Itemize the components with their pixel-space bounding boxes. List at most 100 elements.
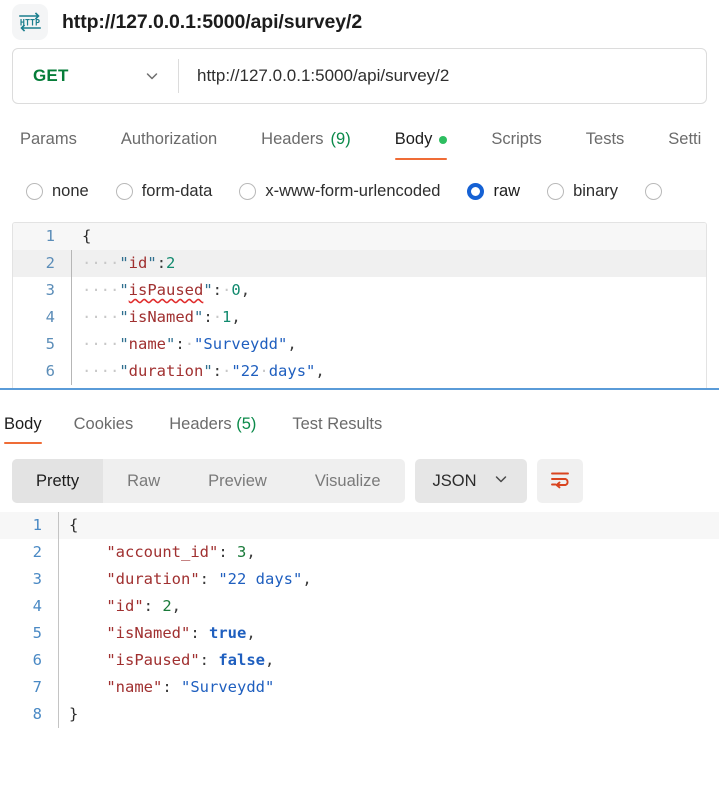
response-view-toolbar: Pretty Raw Preview Visualize JSON: [0, 458, 719, 504]
tab-body[interactable]: Body: [373, 130, 470, 160]
tab-scripts-label: Scripts: [491, 130, 542, 148]
request-url-bar: GET http://127.0.0.1:5000/api/survey/2: [12, 48, 707, 104]
code-line: 6 "isPaused": false,: [0, 647, 719, 674]
tab-body-label: Body: [394, 130, 433, 148]
line-number: 2: [45, 254, 55, 272]
radio-raw-label: raw: [493, 181, 521, 200]
response-tab-test-results[interactable]: Test Results: [274, 415, 400, 444]
code-content: ····"duration":·"22·days",: [82, 362, 325, 380]
body-type-radio-group: none form-data x-www-form-urlencoded raw…: [0, 174, 719, 208]
code-content: ····"isNamed":·1,: [82, 308, 241, 326]
radio-form-data[interactable]: form-data: [115, 181, 213, 201]
response-tab-headers-count: (5): [236, 415, 257, 433]
response-format-dropdown[interactable]: JSON: [414, 459, 527, 503]
response-format-label: JSON: [432, 471, 477, 490]
code-line: 8 }: [0, 701, 719, 728]
radio-binary-circle-icon: [547, 182, 565, 200]
radio-none[interactable]: none: [26, 182, 89, 201]
radio-graphql-circle-icon: [645, 182, 663, 200]
line-number: 5: [32, 624, 42, 642]
response-tab-body[interactable]: Body: [0, 415, 56, 444]
response-tab-cookies-label: Cookies: [73, 415, 134, 433]
tab-headers-label: Headers: [261, 130, 324, 148]
code-content: {: [69, 516, 79, 534]
line-number: 2: [32, 543, 42, 561]
http-protocol-icon: HTTP: [12, 4, 48, 40]
pane-splitter[interactable]: [0, 388, 719, 390]
word-wrap-toggle-button[interactable]: [536, 459, 583, 503]
view-raw-label: Raw: [127, 471, 161, 490]
response-tab-cookies[interactable]: Cookies: [56, 415, 152, 444]
code-content: ····"name":·"Surveydd",: [82, 335, 297, 353]
code-line: 7 "name": "Surveydd": [0, 674, 719, 701]
code-content: "isPaused": false,: [106, 651, 275, 669]
code-line: 3 ····"isPaused":·0,: [13, 277, 706, 304]
code-content: ····"id":2: [82, 254, 176, 272]
radio-x-www-form-urlencoded[interactable]: x-www-form-urlencoded: [239, 182, 440, 201]
line-number: 8: [32, 705, 42, 723]
code-line: 2 ····"id":2: [13, 250, 706, 277]
response-body-viewer[interactable]: 1 { 2 "account_id": 3, 3 "duration": "22…: [0, 512, 719, 742]
code-line: 5 ····"name":·"Surveydd",: [13, 331, 706, 358]
view-pretty-label: Pretty: [36, 471, 80, 490]
line-number: 3: [32, 570, 42, 588]
radio-binary[interactable]: binary: [547, 182, 618, 201]
code-content: "isNamed": true,: [106, 624, 256, 642]
code-line: 4 "id": 2,: [0, 593, 719, 620]
response-tab-test-results-label: Test Results: [292, 415, 383, 433]
window-title: http://127.0.0.1:5000/api/survey/2: [62, 10, 363, 33]
radio-form-data-label: form-data: [141, 181, 213, 200]
chevron-down-icon: [144, 68, 160, 84]
word-wrap-icon: [548, 467, 572, 496]
code-line: 4 ····"isNamed":·1,: [13, 304, 706, 331]
line-number: 1: [45, 227, 55, 245]
code-line: 2 "account_id": 3,: [0, 539, 719, 566]
radio-raw[interactable]: raw: [467, 182, 520, 201]
view-raw-button[interactable]: Raw: [103, 459, 184, 503]
code-content: {: [82, 227, 92, 245]
window-titlebar: HTTP http://127.0.0.1:5000/api/survey/2: [0, 0, 719, 44]
tab-authorization-label: Authorization: [120, 130, 218, 148]
request-tab-bar: Params Authorization Headers (9) Body Sc…: [0, 120, 719, 160]
radio-none-label: none: [52, 181, 89, 200]
tab-params-label: Params: [20, 130, 77, 148]
code-line: 5 "isNamed": true,: [0, 620, 719, 647]
tab-settings-label: Setti: [668, 130, 702, 148]
tab-tests-label: Tests: [585, 130, 625, 148]
code-content: "account_id": 3,: [106, 543, 256, 561]
code-content: ····"isPaused":·0,: [82, 281, 251, 299]
response-view-segmented-control: Pretty Raw Preview Visualize: [12, 459, 405, 503]
tab-settings[interactable]: Setti: [646, 130, 719, 160]
code-line: 1 {: [13, 223, 706, 250]
radio-raw-circle-icon: [467, 182, 485, 200]
response-tab-headers[interactable]: Headers (5): [151, 415, 274, 444]
radio-none-circle-icon: [26, 182, 43, 200]
view-visualize-button[interactable]: Visualize: [291, 459, 405, 503]
code-line: 1 {: [0, 512, 719, 539]
line-number: 4: [45, 308, 55, 326]
chevron-down-icon: [493, 471, 509, 492]
code-content: }: [69, 705, 79, 723]
view-pretty-button[interactable]: Pretty: [12, 459, 104, 503]
request-url-input[interactable]: http://127.0.0.1:5000/api/survey/2: [179, 49, 706, 103]
view-visualize-label: Visualize: [314, 471, 381, 490]
request-body-editor[interactable]: 1 { 2 ····"id":2 3 ····"isPaused":·0, 4 …: [12, 222, 707, 388]
code-content: "duration": "22 days",: [106, 570, 312, 588]
tab-authorization[interactable]: Authorization: [99, 130, 239, 160]
radio-urlencoded-circle-icon: [239, 182, 257, 200]
response-tab-body-label: Body: [4, 415, 42, 433]
body-modified-dot-icon: [439, 135, 448, 144]
line-number: 6: [45, 362, 55, 380]
tab-tests[interactable]: Tests: [564, 130, 647, 160]
code-line: 3 "duration": "22 days",: [0, 566, 719, 593]
http-method-label: GET: [33, 66, 69, 85]
response-tab-headers-label: Headers: [169, 415, 232, 433]
tab-scripts[interactable]: Scripts: [469, 130, 563, 160]
tab-headers[interactable]: Headers (9): [239, 130, 373, 160]
radio-graphql-cutoff[interactable]: [645, 182, 671, 200]
radio-urlencoded-label: x-www-form-urlencoded: [265, 181, 441, 200]
svg-text:HTTP: HTTP: [20, 18, 40, 28]
tab-params[interactable]: Params: [12, 130, 99, 160]
http-method-dropdown[interactable]: GET: [13, 49, 178, 103]
view-preview-button[interactable]: Preview: [184, 459, 291, 503]
